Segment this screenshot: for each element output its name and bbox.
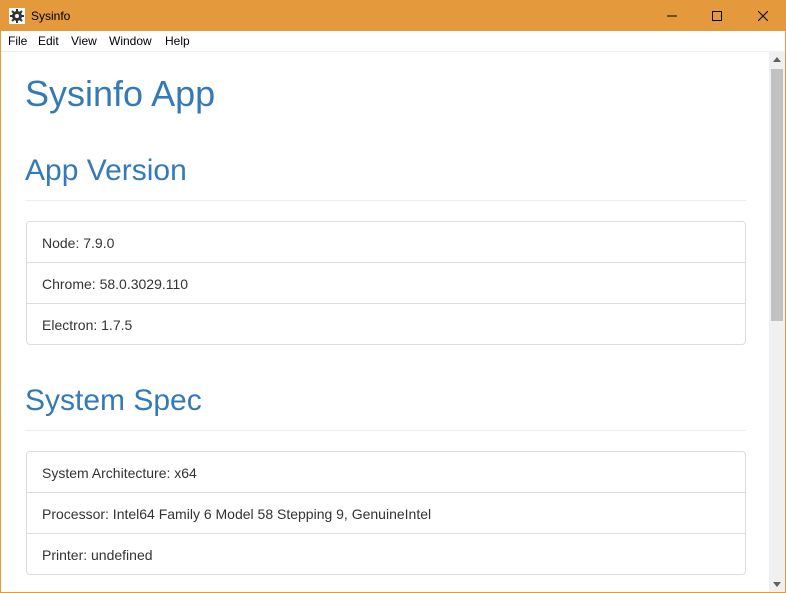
minimize-button[interactable] [649,1,694,31]
window-title: Sysinfo [31,9,71,23]
menu-help[interactable]: Help [165,34,190,48]
close-icon [757,11,768,21]
scroll-thumb[interactable] [771,69,783,321]
maximize-icon [711,11,722,21]
chrome-version: Chrome: 58.0.3029.110 [42,276,189,292]
app-version-list: Node: 7.9.0 Chrome: 58.0.3029.110 Electr… [26,221,746,345]
arrow-down-icon [773,582,781,587]
list-item: Printer: undefined [27,533,745,574]
maximize-button[interactable] [694,1,739,31]
printer-info: Printer: undefined [42,547,153,563]
arrow-up-icon [773,57,781,62]
section-divider [25,430,746,431]
scroll-down-button[interactable] [769,576,785,592]
gear-icon [9,8,25,24]
menu-view[interactable]: View [71,34,97,48]
electron-version: Electron: 1.7.5 [42,317,133,333]
processor-info: Processor: Intel64 Family 6 Model 58 Ste… [42,506,432,522]
section-heading-app-version: App Version [25,154,187,187]
page-title: Sysinfo App [25,73,216,114]
section-divider [25,200,746,201]
system-architecture: System Architecture: x64 [42,465,197,481]
scroll-up-button[interactable] [769,52,785,68]
vertical-scrollbar[interactable] [769,52,785,592]
app-window: Sysinfo File Edit View Window Help Sysin… [0,0,786,593]
list-item: Node: 7.9.0 [27,222,745,262]
page-content: Sysinfo App App Version Node: 7.9.0 Chro… [1,52,769,592]
list-item: Processor: Intel64 Family 6 Model 58 Ste… [27,492,745,533]
list-item: System Architecture: x64 [27,452,745,492]
section-heading-system-spec: System Spec [25,384,202,417]
menu-edit[interactable]: Edit [38,34,59,48]
system-spec-list: System Architecture: x64 Processor: Inte… [26,451,746,575]
list-item: Chrome: 58.0.3029.110 [27,262,745,303]
title-bar[interactable]: Sysinfo [1,1,785,31]
close-button[interactable] [740,1,785,31]
menu-file[interactable]: File [8,34,27,48]
node-version: Node: 7.9.0 [42,235,115,251]
menu-bar: File Edit View Window Help [1,31,785,52]
minimize-icon [666,15,677,17]
list-item: Electron: 1.7.5 [27,303,745,344]
menu-window[interactable]: Window [109,34,152,48]
